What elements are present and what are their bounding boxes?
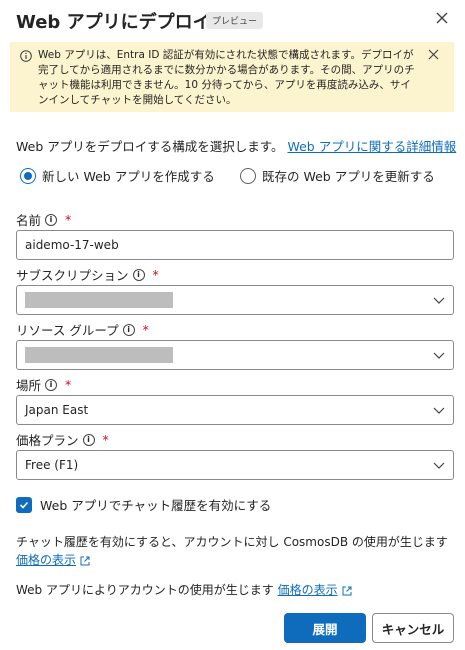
resource-group-label-row: リソース グループ i *	[16, 320, 149, 339]
chat-history-checkbox[interactable]	[16, 496, 32, 513]
required-marker: *	[65, 377, 72, 392]
radio-create-new[interactable]: 新しい Web アプリを作成する	[20, 166, 215, 185]
required-marker: *	[142, 322, 149, 337]
pricing-plan-value: Free (F1)	[25, 458, 79, 472]
chat-history-pricing-link[interactable]: 価格の表示	[16, 553, 76, 567]
subscription-select[interactable]	[16, 285, 454, 315]
info-icon	[20, 50, 32, 62]
resource-group-label: リソース グループ	[16, 323, 119, 338]
chat-history-label: Web アプリでチャット履歴を有効にする	[40, 498, 272, 513]
name-label: 名前	[16, 213, 42, 228]
chevron-down-icon	[433, 462, 445, 469]
chat-history-checkbox-row[interactable]: Web アプリでチャット履歴を有効にする	[16, 495, 271, 514]
radio-create-new-label: 新しい Web アプリを作成する	[42, 169, 215, 184]
redacted-value	[25, 292, 173, 308]
intro-text: Web アプリをデプロイする構成を選択します。 Web アプリに関する詳細情報	[16, 136, 456, 155]
info-icon[interactable]: i	[45, 213, 58, 226]
resource-group-select[interactable]	[16, 340, 454, 370]
location-label: 場所	[16, 378, 42, 393]
usage-pricing-link[interactable]: 価格の表示	[278, 583, 338, 597]
dismiss-warning-icon[interactable]	[428, 49, 439, 60]
info-icon[interactable]: i	[122, 323, 135, 336]
name-input[interactable]: aidemo-17-web	[16, 230, 454, 260]
warning-text: Web アプリは、Entra ID 認証が有効にされた状態で構成されます。デプロ…	[38, 49, 415, 106]
chevron-down-icon	[433, 407, 445, 414]
info-icon[interactable]: i	[45, 378, 58, 391]
pricing-plan-label: 価格プラン	[16, 433, 79, 448]
usage-note-text: Web アプリによりアカウントの使用が生じます	[16, 583, 274, 597]
pricing-plan-label-row: 価格プラン i *	[16, 430, 109, 449]
deploy-button[interactable]: 展開	[284, 613, 366, 643]
location-value: Japan East	[25, 403, 89, 417]
checkmark-icon	[19, 501, 29, 509]
required-marker: *	[152, 267, 159, 282]
close-icon	[436, 12, 448, 24]
radio-update-existing-indicator[interactable]	[240, 167, 256, 184]
required-marker: *	[102, 432, 109, 447]
radio-update-existing[interactable]: 既存の Web アプリを更新する	[240, 166, 435, 185]
location-label-row: 場所 i *	[16, 375, 71, 394]
web-app-details-link[interactable]: Web アプリに関する詳細情報	[287, 139, 456, 154]
chat-history-note-text: チャット履歴を有効にすると、アカウントに対し CosmosDB の使用が生じます	[16, 535, 448, 549]
chevron-down-icon	[433, 297, 445, 304]
close-button[interactable]	[430, 6, 454, 30]
info-icon[interactable]: i	[132, 268, 145, 281]
cancel-button[interactable]: キャンセル	[372, 613, 454, 643]
pricing-plan-select[interactable]: Free (F1)	[16, 450, 454, 480]
chevron-down-icon	[433, 352, 445, 359]
radio-update-existing-label: 既存の Web アプリを更新する	[262, 169, 435, 184]
info-icon[interactable]: i	[82, 433, 95, 446]
location-select[interactable]: Japan East	[16, 395, 454, 425]
external-link-icon	[342, 586, 352, 595]
chat-history-note: チャット履歴を有効にすると、アカウントに対し CosmosDB の使用が生じます…	[16, 533, 456, 569]
subscription-label: サブスクリプション	[16, 268, 129, 283]
external-link-icon	[80, 556, 90, 565]
preview-badge: プレビュー	[206, 12, 264, 29]
intro-label: Web アプリをデプロイする構成を選択します。	[16, 139, 284, 154]
redacted-value	[25, 347, 173, 363]
radio-create-new-indicator[interactable]	[20, 167, 36, 184]
required-marker: *	[65, 212, 72, 227]
usage-note: Web アプリによりアカウントの使用が生じます 価格の表示	[16, 581, 456, 599]
dialog-title: Web アプリにデプロイ	[16, 12, 211, 33]
name-label-row: 名前 i *	[16, 210, 71, 229]
warning-banner: Web アプリは、Entra ID 認証が有効にされた状態で構成されます。デプロ…	[10, 42, 454, 112]
name-input-value: aidemo-17-web	[25, 238, 119, 252]
subscription-label-row: サブスクリプション i *	[16, 265, 159, 284]
